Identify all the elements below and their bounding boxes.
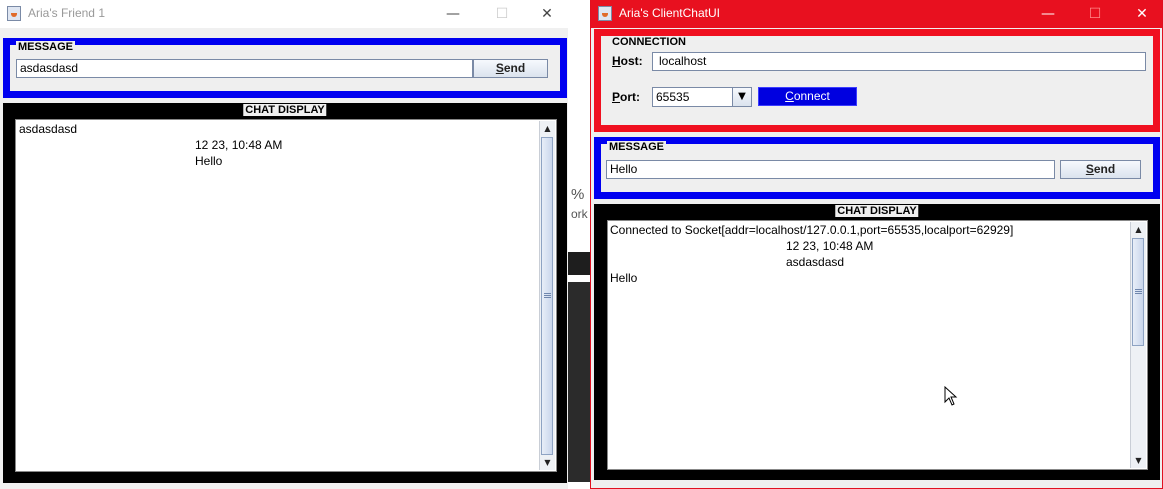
send-button[interactable]: Send: [1060, 160, 1141, 179]
background-fragment-ork: ork: [571, 207, 588, 221]
chat-line: asdasdasd: [786, 255, 845, 269]
send-button[interactable]: Send: [473, 59, 548, 78]
scroll-down-arrow-icon[interactable]: ▼: [1131, 453, 1146, 468]
connection-legend: CONNECTION: [610, 36, 688, 48]
titlebar[interactable]: Aria's ClientChatUI — ☐ ✕: [591, 0, 1162, 28]
window-arias-clientchatui: Aria's ClientChatUI — ☐ ✕ CONNECTION Hos…: [590, 0, 1163, 489]
chat-scrollbar[interactable]: ▲ ▼: [1130, 222, 1146, 468]
window-title: Aria's Friend 1: [28, 6, 105, 20]
close-icon[interactable]: ✕: [1130, 3, 1154, 25]
mouse-cursor-icon: [944, 386, 958, 406]
message-legend-bg: MESSAGE: [607, 141, 667, 153]
message-input[interactable]: Hello: [606, 160, 1055, 179]
chat-line: 12 23, 10:48 AM: [786, 239, 874, 253]
host-label: Host:: [612, 54, 643, 68]
titlebar[interactable]: Aria's Friend 1 — ☐ ✕: [0, 0, 568, 28]
chat-display-panel: CHAT DISPLAY Connected to Socket[addr=lo…: [594, 204, 1160, 480]
background-fragment-percent: %: [571, 186, 585, 203]
chat-display-legend: CHAT DISPLAY: [243, 104, 327, 116]
minimize-icon[interactable]: —: [1036, 3, 1060, 25]
message-legend: MESSAGE: [16, 41, 76, 53]
chat-text-area[interactable]: Connected to Socket[addr=localhost/127.0…: [607, 220, 1148, 470]
scroll-thumb[interactable]: [1132, 238, 1144, 346]
message-panel: MESSAGE asdasdasd Send: [3, 38, 567, 98]
chat-line: Connected to Socket[addr=localhost/127.0…: [610, 223, 1014, 237]
send-mnemonic: S: [1085, 162, 1094, 176]
java-app-icon: [598, 6, 612, 21]
send-mnemonic: S: [495, 61, 504, 75]
scroll-grip-icon: [544, 293, 551, 298]
window-arias-friend: Aria's Friend 1 — ☐ ✕ MESSAGE asdasdasd …: [0, 0, 568, 489]
scroll-up-arrow-icon[interactable]: ▲: [1131, 222, 1146, 237]
message-legend-bg: MESSAGE: [16, 41, 76, 53]
host-input[interactable]: localhost: [652, 52, 1146, 71]
message-legend: MESSAGE: [607, 141, 667, 153]
scroll-down-arrow-icon[interactable]: ▼: [540, 455, 555, 470]
minimize-icon[interactable]: —: [441, 3, 465, 25]
chat-display-panel: CHAT DISPLAY asdasdasd 12 23, 10:48 AM H…: [3, 103, 567, 483]
chevron-down-icon[interactable]: ▼: [732, 88, 751, 106]
chat-text-area[interactable]: asdasdasd 12 23, 10:48 AM Hello ▲ ▼: [15, 119, 557, 472]
chat-line: 12 23, 10:48 AM: [195, 138, 283, 152]
connect-button[interactable]: Connect: [758, 87, 857, 106]
scroll-grip-icon: [1135, 289, 1142, 294]
maximize-icon[interactable]: ☐: [1083, 3, 1107, 25]
scroll-thumb[interactable]: [541, 137, 553, 455]
send-label: end: [1093, 162, 1116, 176]
scroll-up-arrow-icon[interactable]: ▲: [540, 121, 555, 136]
java-app-icon: [7, 6, 21, 21]
chat-line: Hello: [195, 154, 223, 168]
port-label: Port:: [612, 90, 641, 104]
chat-line: asdasdasd: [19, 122, 78, 136]
connection-panel: CONNECTION Host: localhost Port: 65535 ▼…: [594, 29, 1160, 132]
message-panel: MESSAGE Hello Send: [594, 137, 1160, 199]
window-title: Aria's ClientChatUI: [619, 6, 720, 20]
message-input[interactable]: asdasdasd: [16, 59, 473, 78]
close-icon[interactable]: ✕: [535, 3, 559, 25]
port-value: 65535: [656, 90, 690, 104]
port-combobox[interactable]: 65535 ▼: [652, 87, 752, 107]
chat-scrollbar[interactable]: ▲ ▼: [539, 121, 555, 470]
send-label: end: [503, 61, 526, 75]
chat-line: Hello: [610, 271, 638, 285]
maximize-icon[interactable]: ☐: [490, 3, 514, 25]
chat-display-legend: CHAT DISPLAY: [835, 205, 919, 217]
